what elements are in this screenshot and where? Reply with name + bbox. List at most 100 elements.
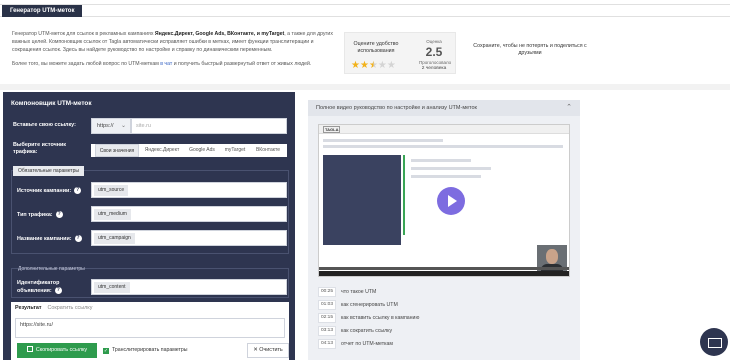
star-icon[interactable]: ★ (351, 60, 360, 71)
source-tab-google[interactable]: Google Ads (185, 144, 219, 157)
utm-medium-field[interactable]: utm_medium (91, 206, 287, 222)
builder-title: Компоновщик UTM-меток (11, 100, 92, 107)
help-icon[interactable]: ? (54, 287, 62, 294)
video-header-text: Полное видео руководство по настройке и … (316, 105, 477, 111)
protocol-value: https:// (97, 123, 114, 129)
video-screenshot-line (411, 167, 491, 170)
utm-campaign-tag: utm_campaign (94, 233, 135, 244)
video-player[interactable]: TAGLA (318, 124, 570, 277)
chevron-down-icon: ⌄ (120, 123, 126, 129)
utm-content-tag: utm_content (94, 282, 130, 293)
checkbox-checked-icon[interactable]: ✓ (103, 348, 109, 354)
param-label-content: Идентификатор объявления:? (17, 280, 87, 295)
param-label-campaign-text: Название кампании: (17, 235, 72, 242)
source-tab-yandex[interactable]: Яндекс.Директ (141, 144, 183, 157)
url-placeholder: site.ru (136, 123, 151, 129)
param-label-medium-text: Тип трафика: (17, 211, 53, 218)
chapter-title: что такое UTM (341, 289, 377, 295)
rating-label: Оцените удобство использования (353, 41, 399, 54)
link-label: Вставьте свою ссылку: (13, 122, 76, 129)
chapter-time[interactable]: 02:15 (318, 313, 336, 323)
share-text: Сохраните, чтобы не потерять и поделитьс… (473, 43, 587, 56)
protocol-select[interactable]: https:// ⌄ (91, 118, 131, 134)
chat-link[interactable]: в чат (160, 61, 172, 67)
clear-button[interactable]: ✕ Очистить (247, 343, 289, 358)
video-header[interactable]: Полное видео руководство по настройке и … (308, 100, 580, 116)
video-logo: TAGLA (323, 126, 341, 133)
rating-widget: Оцените удобство использования ★★★★★ Оце… (344, 32, 456, 74)
half-star-icon[interactable]: ★ (369, 60, 378, 71)
video-progress-bar[interactable] (319, 267, 569, 270)
source-tab-custom[interactable]: Свои значения (95, 144, 139, 157)
chapter-title: как сократить ссылку (341, 328, 393, 334)
intro-paragraph-2: Более того, вы можете задать любой вопро… (12, 60, 340, 68)
chapter-item[interactable]: 02:15 как вставить ссылку в кампанию (318, 312, 570, 325)
utm-content-field[interactable]: utm_content (91, 279, 287, 295)
chapter-time[interactable]: 00:25 (318, 287, 336, 297)
intro-paragraph-1: Генератор UTM-меток для ссылок в рекламн… (12, 30, 340, 54)
source-tab-mytarget[interactable]: myTarget (219, 144, 251, 157)
chapter-time[interactable]: 04:13 (318, 339, 336, 349)
chapter-item[interactable]: 00:25 что такое UTM (318, 286, 570, 299)
param-label-medium: Тип трафика:? (17, 211, 63, 218)
param-label-content-text: Идентификатор объявления: (17, 280, 60, 294)
chapter-time[interactable]: 03:13 (318, 326, 336, 336)
section-separator (0, 84, 730, 90)
star-icon[interactable]: ★ (387, 60, 396, 71)
result-tabs: Результат Сократить ссылку (15, 305, 92, 311)
utm-source-tag: utm_source (94, 185, 129, 196)
help-icon[interactable]: ? (74, 235, 82, 242)
copy-link-button[interactable]: Скопировать ссылку (17, 343, 97, 358)
link-label-text: Вставьте свою ссылку: (13, 122, 76, 128)
score-value: 2.5 (425, 45, 443, 59)
copy-label: Скопировать ссылку (35, 347, 88, 353)
source-label: Выберите источник трафика: (13, 142, 83, 156)
page-title: Генератор UTM-меток (2, 5, 83, 17)
param-label-source-text: Источник кампании: (17, 187, 72, 194)
intro-text: Генератор UTM-меток для ссылок в рекламн… (12, 30, 340, 68)
result-box: Результат Сократить ссылку https://site.r… (11, 302, 289, 360)
video-screenshot-line (323, 145, 563, 148)
video-screenshot-topbar: TAGLA (319, 125, 569, 134)
chapter-title: как вставить ссылку в кампанию (341, 315, 420, 321)
source-label-text: Выберите источник трафика: (13, 142, 67, 155)
play-icon[interactable] (437, 187, 465, 215)
video-guide-panel: Полное видео руководство по настройке и … (308, 100, 580, 360)
star-icon[interactable]: ★ (360, 60, 369, 71)
score-caption: Оценка (426, 39, 442, 44)
star-icon[interactable]: ★ (378, 60, 387, 71)
help-icon[interactable]: ? (74, 187, 82, 194)
votes-caption: Проголосовало (419, 60, 452, 65)
intro-p2-a: Более того, вы можете задать любой вопро… (12, 61, 161, 67)
translit-checkbox[interactable]: ✓ Транслитерировать параметры (103, 347, 188, 354)
translit-label: Транслитерировать параметры (112, 347, 188, 353)
copy-icon (26, 346, 33, 352)
param-label-source: Источник кампании:? (17, 187, 82, 194)
help-icon[interactable]: ? (55, 211, 63, 218)
video-screenshot-accent (403, 155, 405, 235)
chevron-up-icon[interactable]: ⌃ (566, 100, 572, 116)
utm-source-field[interactable]: utm_source (91, 182, 287, 198)
result-field[interactable]: https://site.ru/ (15, 318, 285, 338)
clear-label: Очистить (259, 347, 283, 353)
required-group-title: Обязательные параметры (13, 166, 84, 176)
chapter-item[interactable]: 04:13 отчет по UTM-меткам (318, 338, 570, 351)
chapter-item[interactable]: 03:13 как сократить ссылку (318, 325, 570, 338)
tab-result[interactable]: Результат (15, 305, 41, 311)
rating-stars[interactable]: ★★★★★ (351, 60, 396, 71)
presenter-head (546, 249, 558, 264)
utm-campaign-field[interactable]: utm_campaign (91, 230, 287, 246)
intro-p1-a: Генератор UTM-меток для ссылок в рекламн… (12, 31, 155, 37)
source-tab-vk[interactable]: ВКонтакте (251, 144, 285, 157)
chapter-time[interactable]: 01:03 (318, 300, 336, 310)
video-screenshot-line (411, 175, 481, 178)
video-controls[interactable] (319, 271, 569, 276)
video-screenshot-line (411, 159, 471, 162)
chapter-title: отчет по UTM-меткам (341, 341, 393, 347)
intro-p2-b: и получить быстрый развернутый ответ от … (172, 61, 312, 67)
url-input[interactable]: site.ru (131, 118, 287, 134)
chat-icon[interactable] (700, 328, 728, 356)
tab-shorten[interactable]: Сократить ссылку (47, 305, 92, 311)
video-screenshot-builder (323, 155, 401, 245)
chapter-item[interactable]: 01:03 как сгенерировать UTM (318, 299, 570, 312)
